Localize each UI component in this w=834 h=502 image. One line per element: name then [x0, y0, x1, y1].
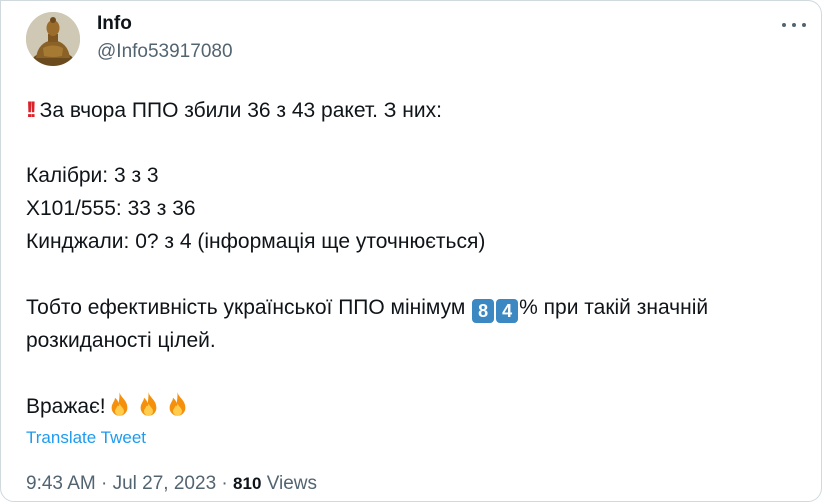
- translate-tweet-link[interactable]: Translate Tweet: [26, 428, 146, 448]
- tweet-time[interactable]: 9:43 AM: [26, 473, 96, 494]
- tweet-line-3: Х101/555: 33 з 36: [26, 197, 196, 220]
- tweet-line-6: розкиданості цілей.: [26, 329, 216, 352]
- views-label[interactable]: Views: [267, 473, 317, 494]
- tweet-line-7-text: Вражає!: [26, 395, 106, 418]
- meta-separator: ·: [101, 473, 108, 494]
- author-name[interactable]: Info: [97, 13, 132, 35]
- views-count[interactable]: 810: [233, 474, 261, 493]
- keycap-digit-4-icon: 4: [496, 299, 519, 323]
- keycap-digit-8-icon: 8: [472, 299, 495, 323]
- tweet-text: !! За вчора ППО збили 36 з 43 ракет. З ни…: [26, 93, 806, 423]
- avatar[interactable]: [26, 12, 80, 66]
- tweet-line-5-before: Тобто ефективність української ППО мінім…: [26, 296, 472, 319]
- tweet-line-5-after: % при такій значній: [519, 296, 709, 319]
- fire-icon: [140, 392, 157, 416]
- tweet-line-4: Кинджали: 0? з 4 (інформація ще уточнюєт…: [26, 230, 486, 253]
- fire-icon: [169, 392, 186, 416]
- buddha-statue-image: [26, 12, 80, 66]
- tweet-line-2: Калібри: 3 з 3: [26, 164, 159, 187]
- tweet-line-7: Вражає!: [26, 390, 806, 423]
- more-options-icon[interactable]: [780, 15, 808, 35]
- meta-separator: ·: [221, 473, 228, 494]
- tweet-line-1-text: За вчора ППО збили 36 з 43 ракет. З них:: [39, 99, 442, 122]
- double-exclamation-icon: !!: [26, 97, 36, 122]
- tweet-card: Info @Info53917080 !! За вчора ППО збили …: [0, 0, 822, 502]
- fire-icon: [111, 392, 128, 416]
- tweet-date[interactable]: Jul 27, 2023: [113, 473, 217, 494]
- author-handle[interactable]: @Info53917080: [97, 41, 233, 63]
- tweet-line-5: Тобто ефективність української ППО мінім…: [26, 291, 806, 324]
- tweet-line-1: !! За вчора ППО збили 36 з 43 ракет. З ни…: [26, 93, 806, 126]
- tweet-meta: 9:43 AM · Jul 27, 2023 · 810 Views: [26, 473, 317, 495]
